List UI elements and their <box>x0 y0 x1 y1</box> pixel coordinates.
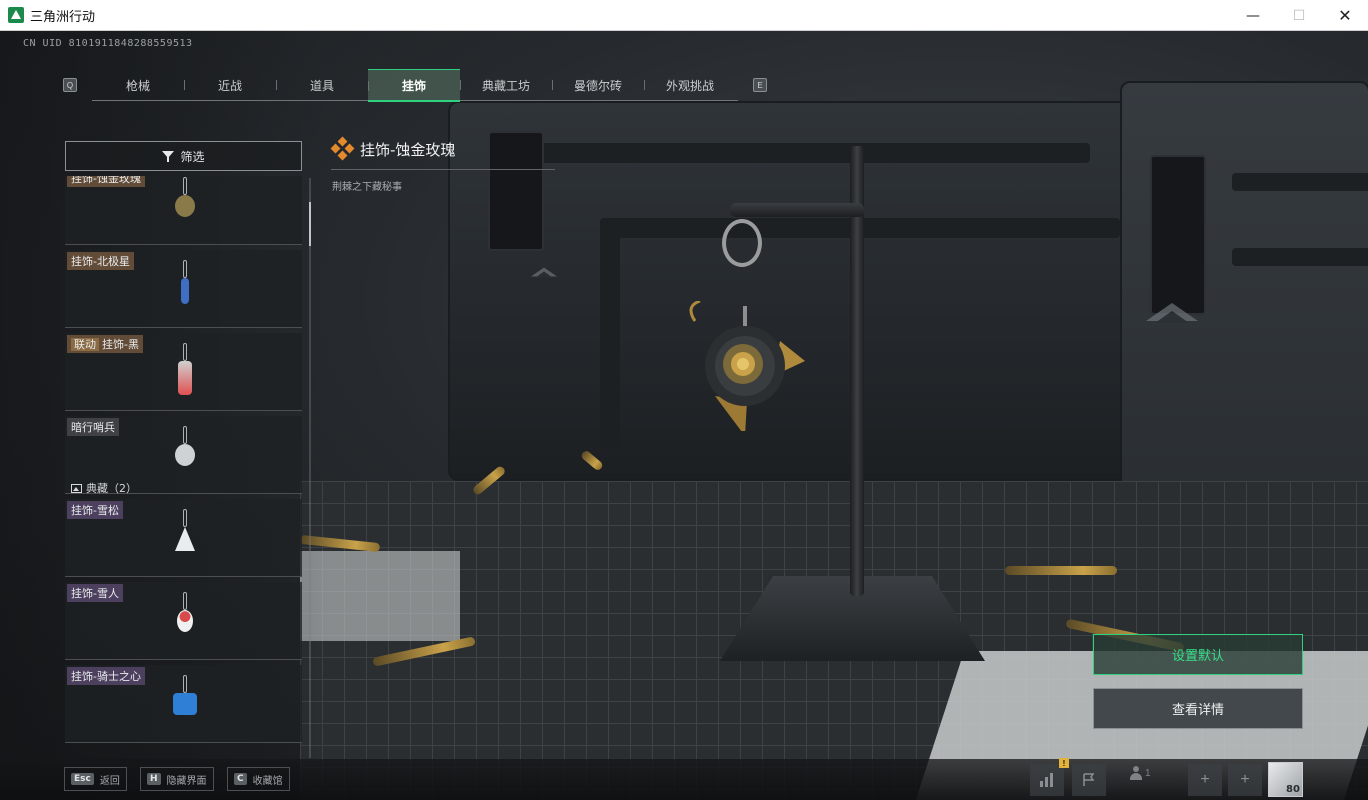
charm-thumbnail <box>173 343 197 399</box>
gold-rose-charm[interactable] <box>685 301 805 431</box>
window-title: 三角洲行动 <box>30 9 96 25</box>
list-item[interactable]: 联动 挂饰-黑 <box>65 333 302 411</box>
maximize-button[interactable]: ☐ <box>1276 0 1322 31</box>
list-item[interactable]: 挂饰-雪人 <box>65 582 302 660</box>
player-uid: CN UID 8101911848288559513 <box>23 38 193 49</box>
filter-button[interactable]: 筛选 <box>65 141 302 171</box>
crate-arrow-icon <box>1146 303 1198 323</box>
hide-ui-hint[interactable]: H 隐藏界面 <box>140 767 214 791</box>
list-scrollbar[interactable] <box>309 178 311 758</box>
charm-thumbnail <box>173 675 197 731</box>
c-key: C <box>234 773 247 785</box>
esc-key: Esc <box>71 773 94 785</box>
stand-arm <box>730 203 864 217</box>
collection-label: 收藏馆 <box>252 775 283 787</box>
paper-sheet <box>300 551 460 641</box>
charm-thumbnail <box>173 260 197 316</box>
set-default-button[interactable]: 设置默认 <box>1093 634 1303 675</box>
image-icon <box>71 483 82 493</box>
tab-appearance-challenge[interactable]: 外观挑战 <box>644 69 736 101</box>
back-hint[interactable]: Esc 返回 <box>64 767 127 791</box>
tab-charms[interactable]: 挂饰 <box>368 69 460 102</box>
stats-icon <box>1040 773 1054 787</box>
bottom-bar: Esc 返回 H 隐藏界面 C 收藏馆 + + <box>0 759 1368 800</box>
view-details-button[interactable]: 查看详情 <box>1093 688 1303 729</box>
rarity-diamond-icon <box>330 136 355 161</box>
app-logo-icon <box>8 7 24 23</box>
friends-count: 1 <box>1145 767 1151 779</box>
collab-tag: 联动 <box>71 338 99 351</box>
item-label: 挂饰-骑士之心 <box>67 667 145 685</box>
list-scroll-thumb[interactable] <box>309 202 311 246</box>
filter-label: 筛选 <box>180 149 205 164</box>
hide-ui-label: 隐藏界面 <box>166 775 207 787</box>
avatar-level: 80 <box>1286 784 1300 795</box>
list-item[interactable]: 挂饰-骑士之心 <box>65 665 302 743</box>
h-key: H <box>147 773 161 785</box>
tab-props[interactable]: 道具 <box>276 69 368 101</box>
friends-button[interactable]: 1 <box>1130 766 1151 780</box>
divider <box>331 169 555 170</box>
charm-ring <box>722 219 762 267</box>
item-label: 挂饰-雪人 <box>67 584 123 602</box>
tab-collection-workshop[interactable]: 典藏工坊 <box>460 69 552 101</box>
list-item[interactable]: 挂饰-蚀金玫瑰 <box>65 176 302 245</box>
flag-button[interactable] <box>1072 764 1106 796</box>
item-label: 暗行哨兵 <box>67 418 119 436</box>
collection-group-label: 典藏（2） <box>71 480 137 496</box>
charm-thumbnail <box>173 426 197 482</box>
add-slot-button[interactable]: + <box>1228 764 1262 796</box>
minimize-button[interactable]: — <box>1230 0 1276 31</box>
flag-icon <box>1083 773 1095 786</box>
person-icon <box>1130 766 1142 780</box>
next-tab-key[interactable]: E <box>753 78 767 92</box>
bullet <box>1005 566 1117 575</box>
item-label: 联动 挂饰-黑 <box>67 335 143 353</box>
item-description: 荆棘之下藏秘事 <box>332 182 402 193</box>
tab-mandel-brick[interactable]: 曼德尔砖 <box>552 69 644 101</box>
item-label: 挂饰-北极星 <box>67 252 134 270</box>
close-button[interactable]: ✕ <box>1322 0 1368 31</box>
charm-list[interactable]: 挂饰-蚀金玫瑰 挂饰-北极星 联动 挂饰-黑 暗行哨兵 典藏（2） 挂饰-雪松 挂… <box>65 176 302 760</box>
window-titlebar: 三角洲行动 — ☐ ✕ <box>0 0 1368 31</box>
stats-button[interactable] <box>1030 764 1064 796</box>
charm-thumbnail <box>173 509 197 565</box>
add-slot-button[interactable]: + <box>1188 764 1222 796</box>
crate-arrow-icon <box>531 267 557 278</box>
charm-thumbnail <box>173 177 197 233</box>
item-label: 挂饰-雪松 <box>67 501 123 519</box>
item-label: 挂饰-蚀金玫瑰 <box>67 176 145 187</box>
prev-tab-key[interactable]: Q <box>63 78 77 92</box>
collection-hint[interactable]: C 收藏馆 <box>227 767 290 791</box>
item-title: 挂饰-蚀金玫瑰 <box>360 141 456 159</box>
charm-thumbnail <box>173 592 197 648</box>
tab-melee[interactable]: 近战 <box>184 69 276 101</box>
back-label: 返回 <box>99 775 120 787</box>
list-item[interactable]: 挂饰-北极星 <box>65 250 302 328</box>
warning-badge: ! <box>1059 758 1069 768</box>
filter-icon <box>162 150 175 162</box>
tab-firearms[interactable]: 枪械 <box>92 69 184 101</box>
category-tabs: 枪械 近战 道具 挂饰 典藏工坊 曼德尔砖 外观挑战 <box>92 69 738 102</box>
list-item[interactable]: 挂饰-雪松 <box>65 499 302 577</box>
